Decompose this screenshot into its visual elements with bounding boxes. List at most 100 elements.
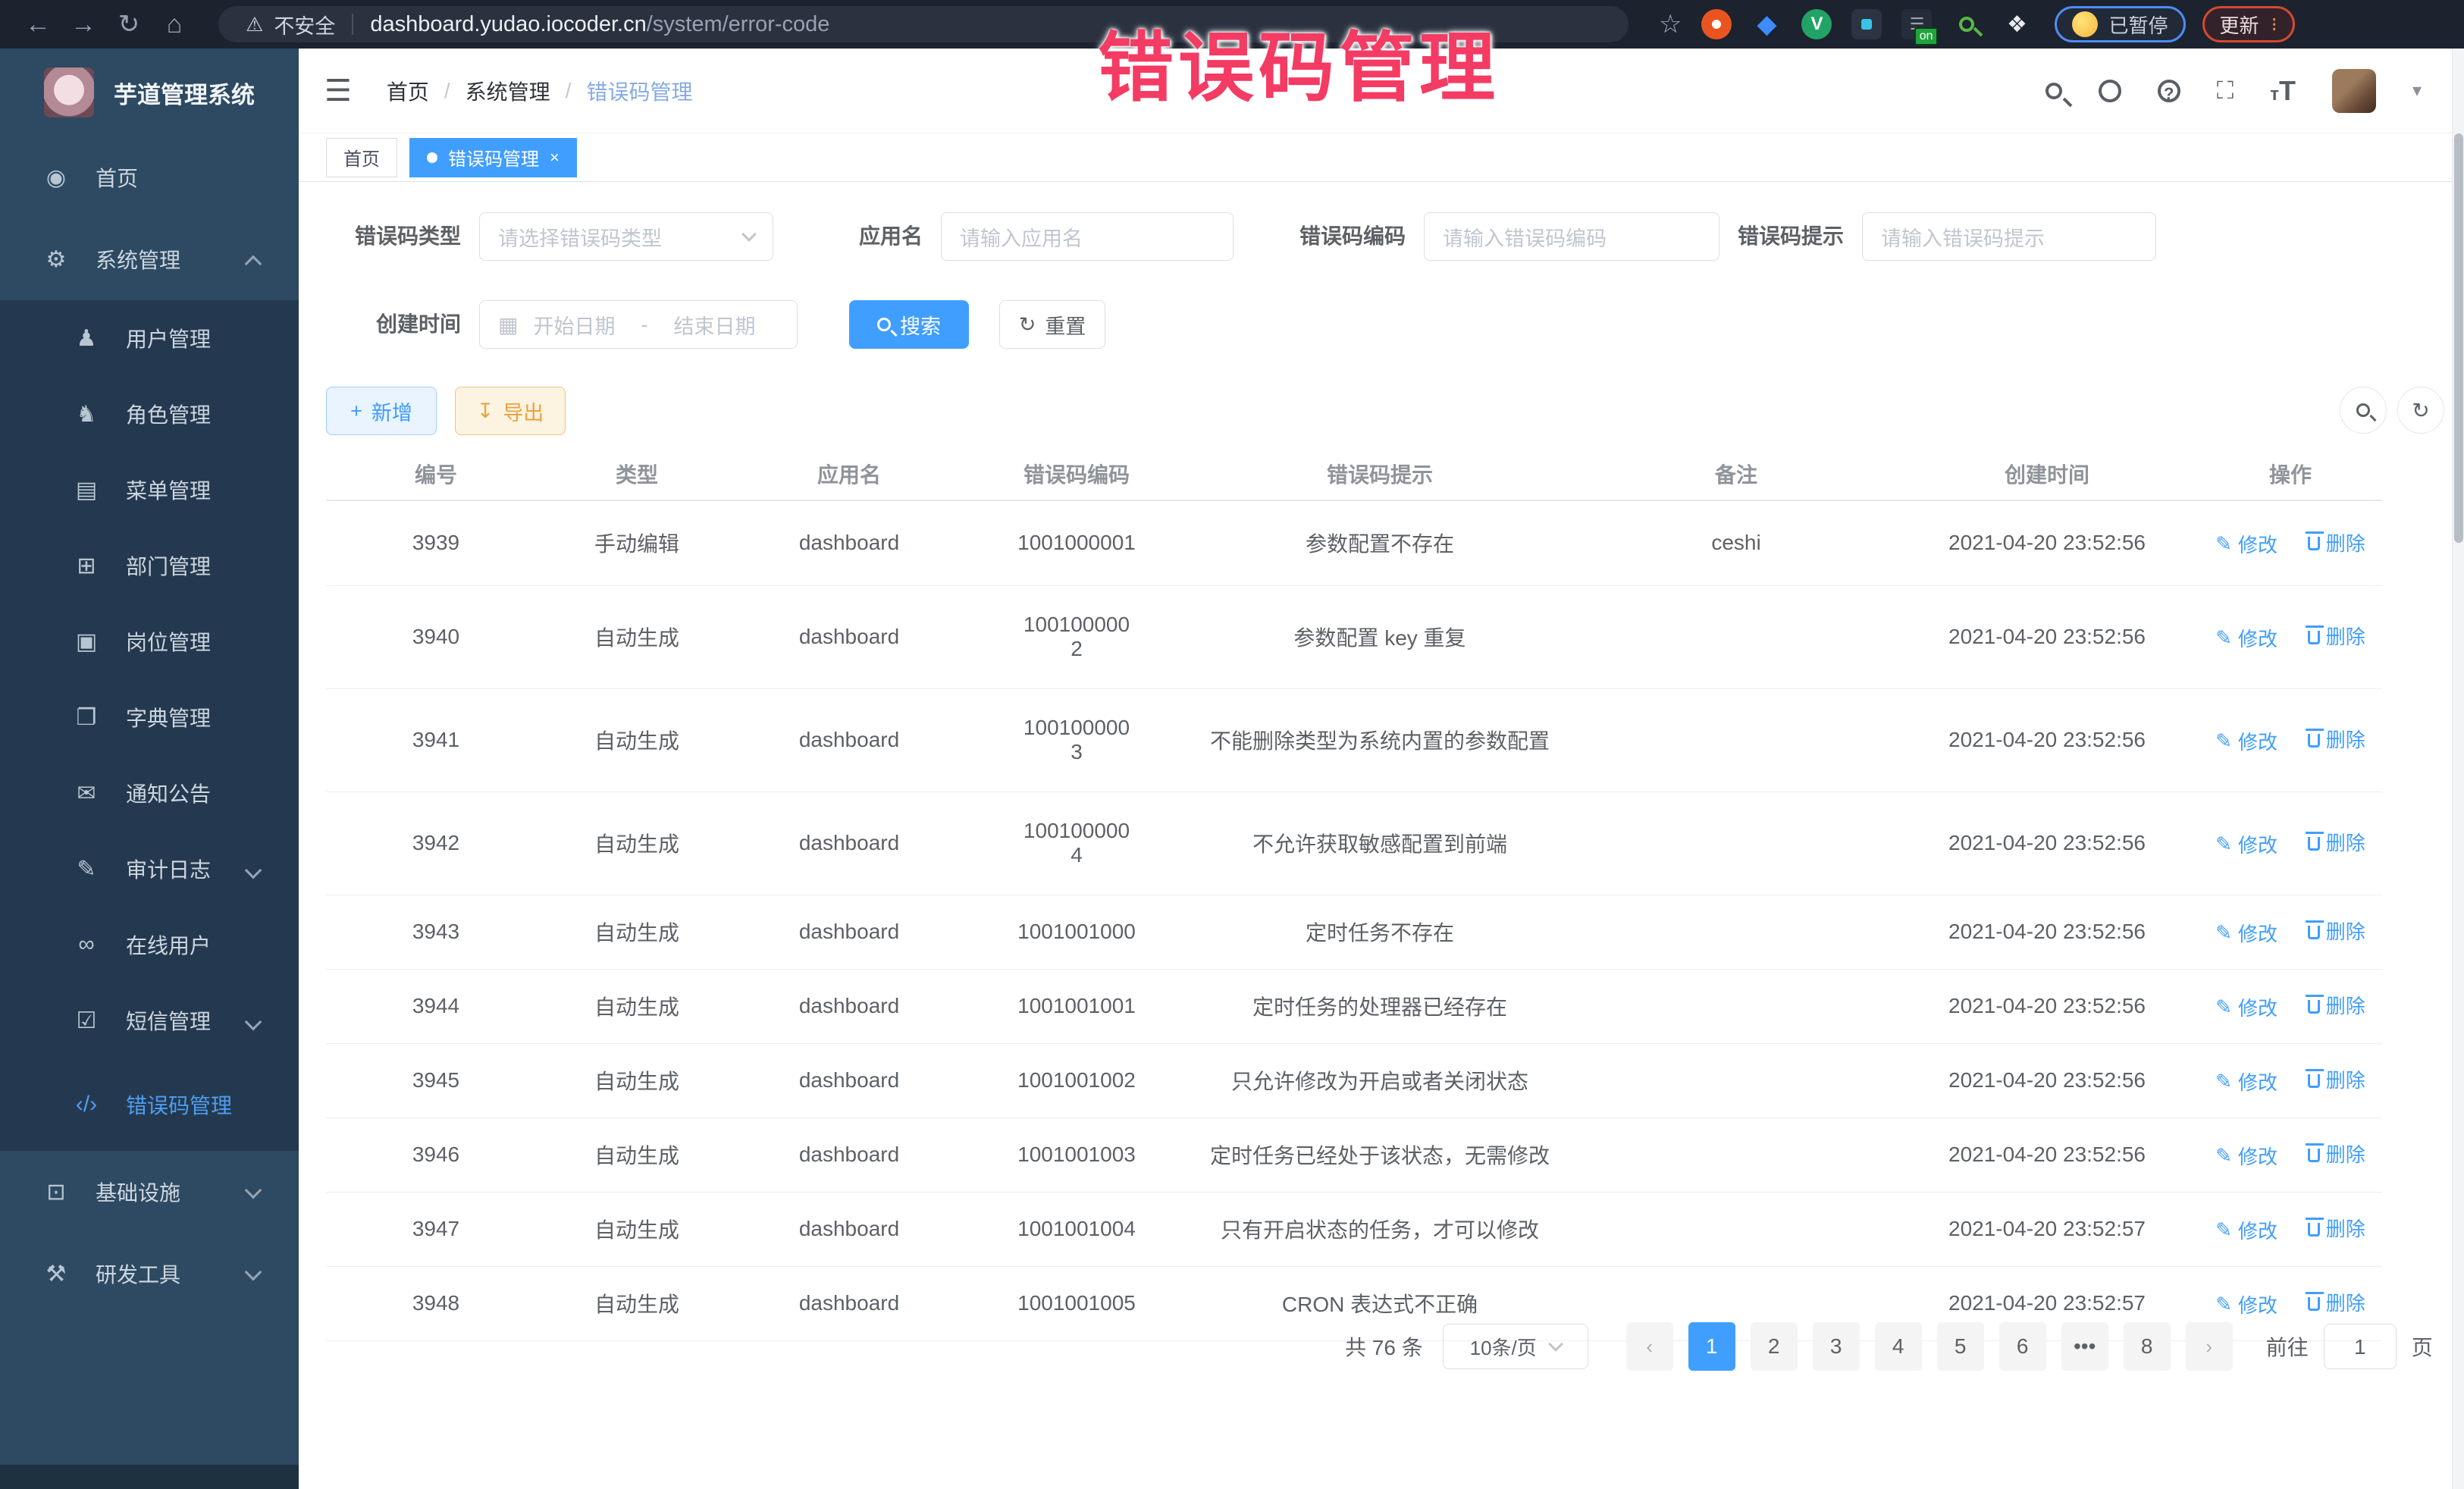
delete-link[interactable]: 删除 [2308,622,2365,650]
avatar-caret-icon[interactable]: ▾ [2412,80,2422,102]
sidebar-menu-item[interactable]: ✉通知公告 [0,755,299,831]
sidebar-menu-item[interactable]: ⊡基础设施 [0,1151,299,1233]
page-number-button[interactable]: 3 [1813,1322,1860,1371]
delete-link[interactable]: 删除 [2308,1139,2365,1168]
goto-page-input[interactable]: 1 [2324,1324,2397,1369]
delete-link[interactable]: 删除 [2308,1214,2365,1242]
add-button[interactable]: + 新增 [326,387,437,435]
page-size-value: 10条/页 [1470,1333,1537,1361]
sidebar-menu-item[interactable]: ▤菜单管理 [0,452,299,528]
sidebar-menu-item[interactable]: ☑短信管理 [0,983,299,1058]
filter-hint-input[interactable]: 请输入错误码提示 [1862,212,2156,261]
sidebar-menu-item[interactable]: ❐字典管理 [0,679,299,755]
sidebar-menu-item[interactable]: ∞在线用户 [0,907,299,983]
browser-forward-icon[interactable]: → [61,10,106,39]
page-number-button[interactable]: 4 [1875,1322,1922,1371]
extension-v-icon[interactable]: V [1801,9,1832,39]
extension-ubuntu-icon[interactable] [1701,9,1732,39]
scrollbar-track[interactable] [2452,49,2464,1489]
app-logo-row: 芋道管理系统 [0,49,299,136]
browser-home-icon[interactable]: ⌂ [152,10,197,39]
sidebar-menu-item[interactable]: ‹/›错误码管理 [0,1058,299,1151]
page-size-select[interactable]: 10条/页 [1443,1324,1588,1369]
delete-label: 删除 [2326,528,2365,556]
page-number-button[interactable]: 8 [2124,1322,2171,1371]
pagination-goto: 前往 1 页 [2266,1324,2433,1369]
page-number-button[interactable]: 6 [1999,1322,2046,1371]
delete-link[interactable]: 删除 [2308,991,2365,1019]
sidebar-menu-item[interactable]: ⚙系统管理 [0,218,299,300]
bookmark-star-icon[interactable]: ☆ [1659,9,1682,39]
user-avatar[interactable] [2332,69,2376,113]
toggle-search-button[interactable] [2340,387,2387,434]
sidebar-menu-item[interactable]: ♟用户管理 [0,300,299,376]
browser-menu-dots-icon[interactable]: ⁝ [2271,13,2277,36]
filter-type-select[interactable]: 请选择错误码类型 [479,212,773,261]
sidebar-menu-item[interactable]: ✎审计日志 [0,831,299,907]
edit-link[interactable]: ✎ 修改 [2215,1142,2277,1170]
delete-link[interactable]: 删除 [2308,528,2365,556]
delete-link[interactable]: 删除 [2308,917,2365,945]
browser-back-icon[interactable]: ← [15,10,61,39]
delete-link[interactable]: 删除 [2308,725,2365,753]
fullscreen-icon[interactable]: ⛶ [2217,77,2234,105]
page-number-button[interactable]: ••• [2061,1322,2108,1371]
sidebar-menu-item[interactable]: ▣岗位管理 [0,603,299,679]
filter-date-range[interactable]: ▦ 开始日期 - 结束日期 [479,300,798,349]
sidebar-collapse-strip[interactable] [0,1465,299,1489]
filter-app-label: 应用名 [853,212,923,261]
extension-list-icon[interactable]: ☰ on [1901,9,1932,39]
cell-memo [1577,969,1895,1043]
extension-key-icon[interactable] [1951,9,1982,39]
github-icon[interactable] [2099,80,2121,102]
edit-link[interactable]: ✎ 修改 [2215,919,2277,947]
header-search-icon[interactable] [2045,83,2062,99]
help-icon[interactable]: ? [2158,80,2180,102]
page-number-button[interactable]: 1 [1688,1322,1735,1371]
delete-link[interactable]: 删除 [2308,828,2365,856]
page-number-button[interactable]: 5 [1937,1322,1984,1371]
tag-close-icon[interactable]: × [550,148,560,168]
sidebar-menu-item[interactable]: ⊞部门管理 [0,528,299,603]
edit-link[interactable]: ✎ 修改 [2215,1290,2277,1318]
delete-link[interactable]: 删除 [2308,1288,2365,1316]
breadcrumb-system[interactable]: 系统管理 [466,76,550,106]
font-size-icon[interactable]: ᴛT [2270,75,2296,107]
sidebar-menu-item[interactable]: ♞角色管理 [0,376,299,452]
edit-link[interactable]: ✎ 修改 [2215,830,2277,858]
search-button[interactable]: 搜索 [849,300,969,349]
filter-app-input[interactable]: 请输入应用名 [941,212,1234,261]
browser-reload-icon[interactable]: ↻ [106,9,152,39]
cell-time: 2021-04-20 23:52:56 [1895,895,2199,969]
not-secure-icon: ⚠ [246,13,263,36]
cell-app: dashboard [728,1266,970,1340]
browser-profile-chip[interactable]: 已暂停 [2055,6,2185,42]
cell-app: dashboard [728,969,970,1043]
annotation-title: 错误码管理 [1098,6,1553,116]
page-number-button[interactable]: 2 [1751,1322,1798,1371]
sidebar-menu-item[interactable]: ◉首页 [0,136,299,218]
breadcrumb-home[interactable]: 首页 [387,76,429,106]
edit-link[interactable]: ✎ 修改 [2215,1216,2277,1244]
extension-gem-icon[interactable]: ◆ [1751,9,1782,39]
delete-link[interactable]: 删除 [2308,1065,2365,1093]
hamburger-icon[interactable]: ☰ [324,74,352,108]
edit-link[interactable]: ✎ 修改 [2215,624,2277,652]
extensions-puzzle-icon[interactable]: ❖ [2002,9,2032,39]
edit-link[interactable]: ✎ 修改 [2215,993,2277,1021]
edit-link[interactable]: ✎ 修改 [2215,727,2277,755]
edit-link[interactable]: ✎ 修改 [2215,530,2277,558]
sidebar-menu-item[interactable]: ⚒研发工具 [0,1233,299,1315]
filter-code-input[interactable]: 请输入错误码编码 [1424,212,1719,261]
scrollbar-thumb[interactable] [2454,133,2463,543]
tag-item[interactable]: 错误码管理 × [409,138,577,177]
prev-page-button[interactable]: ‹ [1626,1322,1673,1371]
export-button[interactable]: ↧ 导出 [455,387,566,435]
refresh-table-button[interactable]: ↻ [2397,387,2444,434]
reset-button[interactable]: ↻ 重置 [999,300,1105,349]
edit-link[interactable]: ✎ 修改 [2215,1067,2277,1096]
extension-grid-icon[interactable] [1851,9,1882,39]
next-page-button[interactable]: › [2186,1322,2233,1371]
tag-item[interactable]: 首页 [326,138,397,177]
browser-update-button[interactable]: 更新 ⁝ [2202,6,2295,42]
